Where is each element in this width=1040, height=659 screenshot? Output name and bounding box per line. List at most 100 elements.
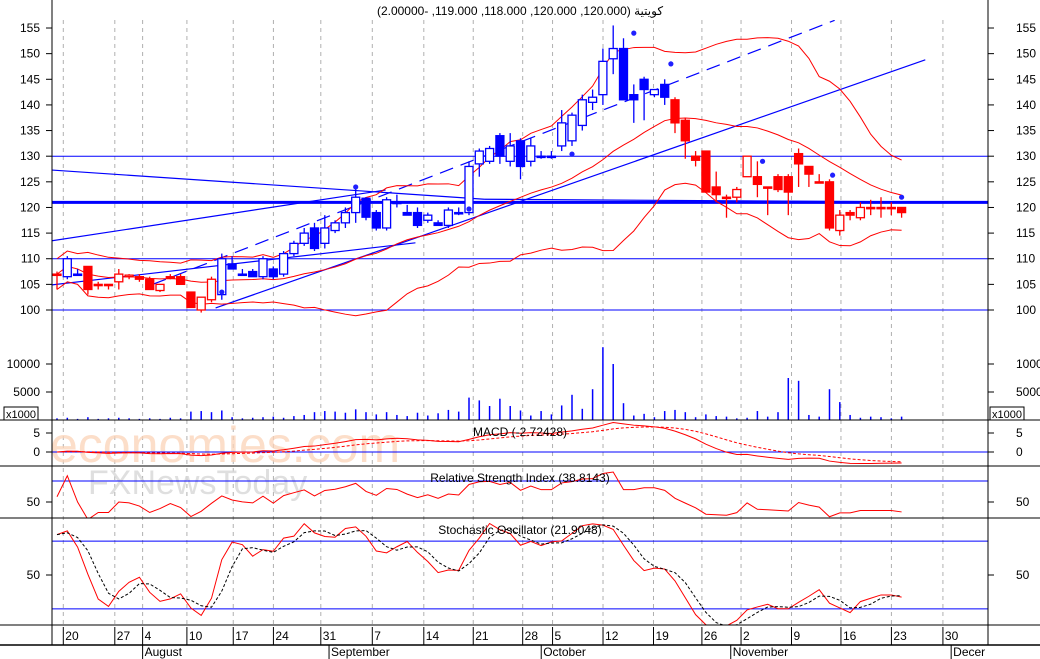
candle-body (145, 278, 155, 291)
candle-body (278, 252, 289, 275)
candle-body (866, 206, 876, 210)
macd-tick-left: 5 (33, 426, 40, 440)
candle-body (268, 268, 278, 278)
candle (824, 179, 835, 231)
candle-body (134, 276, 145, 280)
price-tick-left: 125 (20, 175, 40, 189)
month-label: August (145, 645, 183, 659)
candle-body (402, 211, 412, 216)
week-label: 14 (426, 629, 440, 643)
candle-body (227, 263, 237, 270)
rsi-tick-left: 50 (27, 495, 41, 509)
trend-line (52, 169, 485, 200)
stochastic-label: Stochastic Oscillator (21.9048) (438, 523, 601, 537)
candle-body (155, 283, 165, 292)
price-tick-left: 115 (21, 226, 40, 240)
candle-body (577, 99, 587, 127)
price-tick-left: 120 (20, 200, 40, 214)
candle (268, 266, 278, 280)
week-label: 17 (235, 629, 249, 643)
candle-body (824, 181, 835, 229)
candle (309, 222, 320, 252)
candle (278, 251, 289, 277)
candle-body (732, 188, 742, 198)
candle (114, 268, 124, 290)
week-label: 24 (275, 629, 289, 643)
candle-body (196, 296, 206, 311)
price-tick-right: 100 (1016, 303, 1036, 317)
price-panel (52, 20, 988, 317)
candle (835, 210, 845, 236)
chart-title: كويتية (120.000, 120.000, 118.000, 119.0… (377, 4, 663, 18)
candle-body (793, 152, 804, 165)
volume-unit-left: x1000 (6, 409, 36, 421)
candle (186, 291, 196, 309)
volume-tick-right: 10000 (1016, 357, 1040, 371)
candle-body (557, 122, 567, 147)
price-tick-right: 115 (1016, 226, 1035, 240)
candle-body (392, 201, 402, 205)
week-label: 16 (843, 629, 857, 643)
candle-body (896, 206, 907, 214)
candle (381, 197, 392, 231)
candle-body (381, 199, 392, 229)
candle-body (536, 155, 546, 159)
candle-body (124, 274, 134, 278)
candle (124, 274, 134, 280)
candle-body (567, 114, 577, 142)
candle (196, 296, 206, 313)
candle-body (721, 196, 732, 200)
week-label: 27 (117, 629, 131, 643)
candle-body (680, 119, 690, 142)
price-tick-right: 130 (1016, 149, 1036, 163)
price-tick-right: 155 (1016, 21, 1036, 35)
candle (536, 151, 546, 159)
candle-body (433, 222, 443, 227)
candle (701, 150, 711, 193)
candle-body (412, 211, 423, 227)
candle (505, 133, 515, 167)
candle (237, 268, 248, 277)
candle (804, 165, 814, 187)
macd-label: MACD (-2.72428) (473, 425, 567, 439)
candle-body (464, 165, 474, 214)
candle (598, 48, 608, 105)
candle-body (752, 176, 763, 186)
candle (793, 148, 804, 187)
candle-body (855, 206, 866, 219)
candle-body (763, 186, 773, 189)
candle (855, 202, 866, 221)
candle (608, 25, 618, 75)
candle (206, 276, 217, 303)
candle-body (639, 78, 649, 91)
candle (454, 207, 464, 216)
candle-body (72, 273, 83, 277)
bollinger-middle (56, 117, 902, 283)
candle-body (835, 214, 845, 232)
candle (474, 148, 484, 177)
price-tick-left: 130 (20, 149, 40, 163)
signal-dot (759, 158, 766, 164)
candle-body (83, 265, 93, 291)
candle (690, 151, 701, 167)
signal-dot (829, 172, 836, 178)
macd-tick-right: 0 (1016, 445, 1023, 459)
month-label: October (543, 645, 586, 659)
price-tick-right: 145 (1016, 72, 1036, 86)
candle-body (474, 150, 484, 165)
candle-body (546, 155, 557, 159)
watermark: economies.com FXNewsToday (50, 417, 400, 502)
candle (526, 138, 536, 167)
candle-body (340, 211, 351, 224)
candle-body (114, 273, 124, 283)
candle-body (248, 270, 258, 278)
candle (299, 227, 309, 246)
candle-body (660, 83, 670, 98)
stochastic-d-line (56, 524, 902, 625)
candle-body (320, 227, 330, 244)
volume-tick-left: 5000 (13, 385, 40, 399)
month-label: Decer (953, 645, 985, 659)
stochastic-k-line (56, 522, 902, 625)
candle-body (93, 283, 103, 287)
candle (742, 155, 752, 178)
